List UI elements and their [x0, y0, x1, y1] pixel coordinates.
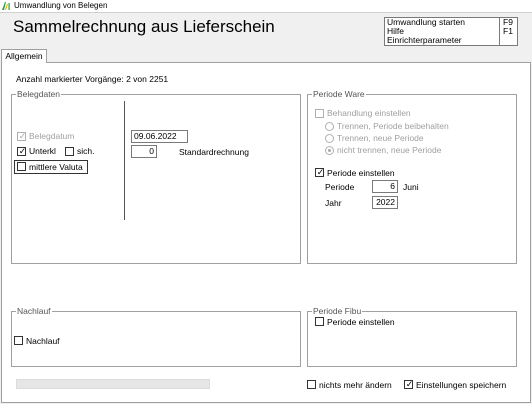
app-logo-icon — [2, 2, 10, 10]
window-title: Umwandlung von Belegen — [14, 1, 108, 10]
page-title: Sammelrechnung aus Lieferschein — [13, 17, 275, 36]
shortcut-start[interactable]: Umwandlung starten F9 — [385, 18, 517, 27]
unterkl-checkbox[interactable]: ✓ — [17, 146, 27, 156]
check-mark-icon: ✓ — [18, 131, 27, 141]
radio-selected-dot — [328, 149, 331, 152]
jahr-label: Jahr — [325, 198, 342, 208]
periode-label: Periode — [325, 182, 355, 192]
check-mark-icon: ✓ — [405, 379, 414, 389]
belegdatum-checkbox[interactable]: ✓ — [17, 131, 27, 141]
shortcut-label: Einrichterparameter — [387, 35, 462, 45]
nachlauf-legend: Nachlauf — [16, 306, 52, 316]
periode-fibu-legend: Periode Fibu — [312, 306, 363, 316]
check-mark-icon: ✓ — [316, 167, 325, 177]
check-mark-icon: ✓ — [18, 146, 27, 156]
valuta-checkbox[interactable] — [17, 162, 26, 171]
sich-checkbox[interactable] — [65, 147, 74, 156]
tab-allgemein[interactable]: Allgemein — [1, 49, 47, 63]
periode-month-text: Juni — [403, 182, 419, 192]
radio-trennen-neue[interactable] — [325, 134, 334, 143]
standard-number-field[interactable]: 0 — [131, 145, 157, 158]
nachlauf-checkbox[interactable] — [14, 336, 23, 345]
belegdatum-label: Belegdatum — [29, 131, 75, 141]
periode-ware-group: Periode Ware — [307, 89, 517, 264]
radio-label: nicht trennen, neue Periode — [337, 145, 442, 155]
nichts-aendern-checkbox[interactable] — [307, 380, 316, 389]
fibu-periode-checkbox[interactable] — [315, 317, 324, 326]
unterkl-label: Unterkl — [29, 146, 56, 156]
radio-label: Trennen, neue Periode — [337, 133, 424, 143]
belegdaten-legend: Belegdaten — [16, 89, 62, 99]
radio-label: Trennen, Periode beibehalten — [337, 121, 449, 131]
shortcut-key: F1 — [503, 26, 513, 36]
shortcut-panel: Umwandlung starten F9 Hilfe F1 Einrichte… — [384, 17, 518, 46]
standard-label: Standardrechnung — [179, 147, 249, 157]
periode-einstellen-checkbox[interactable]: ✓ — [315, 167, 325, 177]
periode-field[interactable]: 6 — [372, 180, 398, 193]
title-bar: Umwandlung von Belegen — [0, 0, 532, 13]
jahr-field[interactable]: 2022 — [372, 196, 398, 209]
belegdatum-field[interactable]: 09.06.2022 — [131, 130, 188, 143]
marked-count-text: Anzahl markierter Vorgänge: 2 von 2251 — [16, 74, 169, 84]
progress-bar — [16, 379, 210, 389]
belegdaten-group: Belegdaten — [11, 89, 301, 264]
nachlauf-label: Nachlauf — [26, 336, 60, 346]
einstellungen-speichern-label: Einstellungen speichern — [416, 380, 507, 390]
belegdaten-separator — [124, 101, 125, 220]
behandlung-checkbox[interactable] — [315, 109, 324, 118]
periode-einstellen-label: Periode einstellen — [327, 168, 395, 178]
periode-ware-legend: Periode Ware — [312, 89, 366, 99]
einstellungen-speichern-checkbox[interactable]: ✓ — [404, 379, 414, 389]
behandlung-label: Behandlung einstellen — [327, 108, 411, 118]
nichts-aendern-label: nichts mehr ändern — [319, 380, 392, 390]
fibu-periode-label: Periode einstellen — [327, 317, 395, 327]
sich-label: sich. — [77, 146, 95, 156]
radio-trennen-beibehalten[interactable] — [325, 122, 334, 131]
radio-nicht-trennen[interactable] — [325, 146, 334, 155]
valuta-label: mittlere Valuta — [29, 162, 83, 172]
shortcut-setup[interactable]: Einrichterparameter — [385, 36, 517, 45]
